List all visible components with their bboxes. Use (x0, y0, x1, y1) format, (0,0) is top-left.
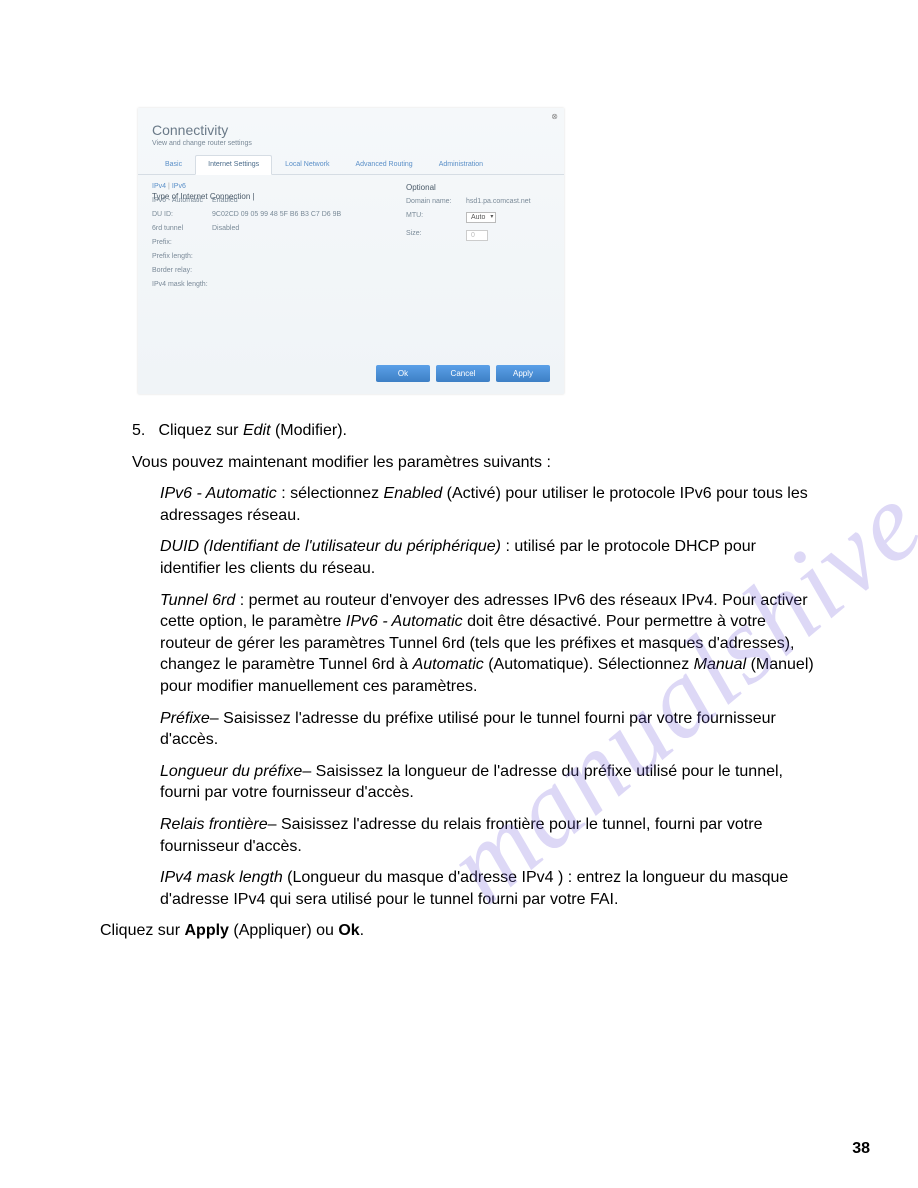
duid-label: DU ID: (152, 211, 212, 218)
final-line: Cliquez sur Apply (Appliquer) ou Ok. (100, 920, 820, 942)
step-5: 5. Cliquez sur Edit (Modifier). (132, 420, 820, 442)
document-body: 5. Cliquez sur Edit (Modifier). Vous pou… (100, 420, 820, 942)
panel-title: Connectivity (138, 108, 564, 140)
tab-local-network[interactable]: Local Network (272, 155, 342, 174)
ok-button[interactable]: Ok (376, 365, 430, 382)
duid-value: 9C02CD 09 05 99 48 5F B6 B3 C7 D6 9B (212, 211, 341, 218)
prefixlen-label: Prefix length: (152, 253, 212, 260)
cancel-button[interactable]: Cancel (436, 365, 490, 382)
mtu-label: MTU: (406, 212, 466, 223)
router-panel: ⊗ Connectivity View and change router se… (138, 108, 564, 394)
param-prefixe: Préfixe– Saisissez l'adresse du préfixe … (160, 708, 820, 751)
size-label: Size: (406, 230, 466, 241)
ipv6-auto-value: Enabled (212, 197, 238, 204)
6rd-label: 6rd tunnel (152, 225, 212, 232)
domain-value: hsd1.pa.comcast.net (466, 198, 531, 205)
page-number: 38 (852, 1140, 870, 1158)
panel-tabs: Basic Internet Settings Local Network Ad… (138, 155, 564, 175)
apply-button[interactable]: Apply (496, 365, 550, 382)
param-longueur-prefixe: Longueur du préfixe– Saisissez la longue… (160, 761, 820, 804)
param-ipv4-mask-length: IPv4 mask length (Longueur du masque d'a… (160, 867, 820, 910)
tab-administration[interactable]: Administration (426, 155, 496, 174)
right-section-title: Optional (406, 183, 556, 192)
size-input[interactable]: 0 (466, 230, 488, 241)
param-tunnel-6rd: Tunnel 6rd : permet au routeur d'envoyer… (160, 590, 820, 698)
prefix-label: Prefix: (152, 239, 212, 246)
border-relay-label: Border relay: (152, 267, 212, 274)
intro-line: Vous pouvez maintenant modifier les para… (132, 452, 820, 474)
subtab-ipv6[interactable]: IPv6 (172, 183, 186, 190)
param-ipv6-automatic: IPv6 - Automatic : sélectionnez Enabled … (160, 483, 820, 526)
ipv6-auto-label: IPv6 - Automatic (152, 197, 212, 204)
panel-subtitle: View and change router settings (138, 140, 564, 155)
ipv4mask-label: IPv4 mask length: (152, 281, 212, 288)
close-icon[interactable]: ⊗ (551, 112, 558, 121)
subtab-ipv4[interactable]: IPv4 (152, 183, 166, 190)
tab-basic[interactable]: Basic (152, 155, 195, 174)
tab-advanced-routing[interactable]: Advanced Routing (342, 155, 425, 174)
param-duid: DUID (Identifiant de l'utilisateur du pé… (160, 536, 820, 579)
tab-internet-settings[interactable]: Internet Settings (195, 155, 272, 175)
mtu-select[interactable]: Auto (466, 212, 496, 223)
domain-label: Domain name: (406, 198, 466, 205)
6rd-value: Disabled (212, 225, 239, 232)
param-relais-frontiere: Relais frontière– Saisissez l'adresse du… (160, 814, 820, 857)
